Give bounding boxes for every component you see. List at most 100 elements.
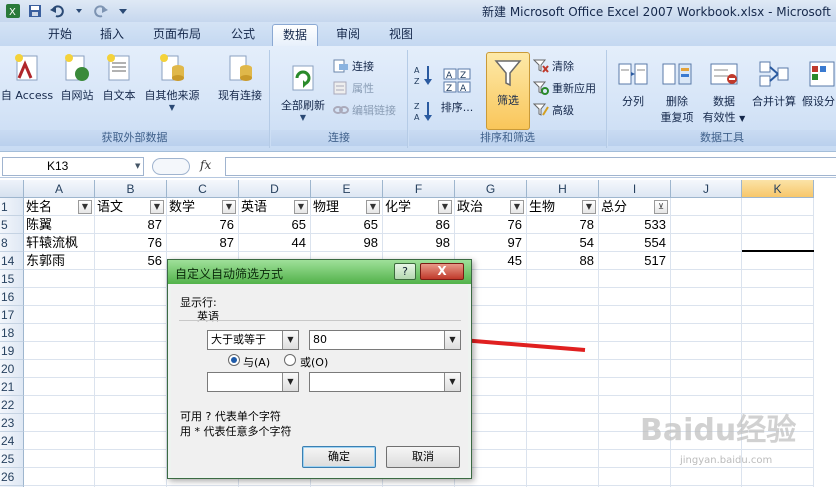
cell-a23[interactable] — [24, 414, 95, 432]
redo-icon[interactable] — [92, 3, 110, 19]
cell-j17[interactable] — [671, 306, 742, 324]
row-header-24[interactable]: 24 — [0, 432, 24, 450]
cell-b24[interactable] — [95, 432, 167, 450]
reapply-button[interactable]: 重新应用 — [533, 80, 596, 96]
tab-review[interactable]: 审阅 — [326, 24, 370, 46]
column-header-k[interactable]: K — [742, 180, 814, 198]
cell-a19[interactable] — [24, 342, 95, 360]
dialog-title-bar[interactable]: 自定义自动筛选方式 ? X — [168, 260, 471, 284]
cell-g5[interactable]: 76 — [455, 216, 527, 234]
cell-i20[interactable] — [599, 360, 671, 378]
cell-j1[interactable] — [671, 198, 742, 216]
text-to-columns-button[interactable]: 分列 — [612, 58, 654, 109]
cell-i18[interactable] — [599, 324, 671, 342]
row-header-20[interactable]: 20 — [0, 360, 24, 378]
condition2-operator-select[interactable]: ▼ — [207, 372, 299, 392]
cell-h17[interactable] — [527, 306, 599, 324]
cell-i26[interactable] — [599, 468, 671, 486]
cell-b8[interactable]: 76 — [95, 234, 167, 252]
cell-a26[interactable] — [24, 468, 95, 486]
condition2-value-combo[interactable]: ▼ — [309, 372, 461, 392]
select-all-corner[interactable] — [0, 180, 24, 198]
cell-k17[interactable] — [742, 306, 814, 324]
row-header-26[interactable]: 26 — [0, 468, 24, 486]
connections-button[interactable]: 连接 — [333, 58, 374, 74]
cell-j18[interactable] — [671, 324, 742, 342]
column-header-h[interactable]: H — [527, 180, 599, 198]
tab-page-layout[interactable]: 页面布局 — [143, 24, 211, 46]
cell-h24[interactable] — [527, 432, 599, 450]
cell-a22[interactable] — [24, 396, 95, 414]
excel-logo-icon[interactable]: X — [4, 3, 22, 19]
cell-b14[interactable]: 56 — [95, 252, 167, 270]
cell-a20[interactable] — [24, 360, 95, 378]
cell-k5[interactable] — [742, 216, 814, 234]
row-header-1[interactable]: 1 — [0, 198, 24, 216]
cell-h23[interactable] — [527, 414, 599, 432]
row-header-19[interactable]: 19 — [0, 342, 24, 360]
cell-h16[interactable] — [527, 288, 599, 306]
cell-h18[interactable] — [527, 324, 599, 342]
row-header-21[interactable]: 21 — [0, 378, 24, 396]
cell-b20[interactable] — [95, 360, 167, 378]
from-web-button[interactable]: 自网站 — [56, 52, 98, 103]
save-icon[interactable] — [26, 3, 44, 19]
cell-h8[interactable]: 54 — [527, 234, 599, 252]
cell-i21[interactable] — [599, 378, 671, 396]
advanced-button[interactable]: 高级 — [533, 102, 574, 118]
cell-h14[interactable]: 88 — [527, 252, 599, 270]
cell-k14[interactable] — [742, 252, 814, 270]
undo-icon[interactable] — [48, 3, 66, 19]
cell-j20[interactable] — [671, 360, 742, 378]
row-header-23[interactable]: 23 — [0, 414, 24, 432]
filter-active-dropdown-icon[interactable]: ⊻ — [654, 200, 668, 214]
cell-a25[interactable] — [24, 450, 95, 468]
cell-k16[interactable] — [742, 288, 814, 306]
tab-data[interactable]: 数据 — [272, 24, 319, 46]
cell-f5[interactable]: 86 — [383, 216, 455, 234]
cell-i15[interactable] — [599, 270, 671, 288]
column-header-a[interactable]: A — [24, 180, 95, 198]
column-header-d[interactable]: D — [239, 180, 311, 198]
column-header-g[interactable]: G — [455, 180, 527, 198]
tab-home[interactable]: 开始 — [38, 24, 82, 46]
cell-a21[interactable] — [24, 378, 95, 396]
cell-i5[interactable]: 533 — [599, 216, 671, 234]
customize-qat-icon[interactable] — [114, 3, 132, 19]
sort-az-button[interactable]: AZ — [414, 64, 434, 86]
row-header-14[interactable]: 14 — [0, 252, 24, 270]
data-validation-button[interactable]: 数据 有效性 ▼ — [702, 58, 746, 125]
row-header-15[interactable]: 15 — [0, 270, 24, 288]
name-box[interactable]: K13 — [2, 157, 144, 176]
filter-dropdown-icon[interactable]: ▼ — [222, 200, 236, 214]
cell-i14[interactable]: 517 — [599, 252, 671, 270]
clear-button[interactable]: 清除 — [533, 58, 574, 74]
condition1-value-combo[interactable]: 80 ▼ — [309, 330, 461, 350]
cell-b15[interactable] — [95, 270, 167, 288]
close-button[interactable]: X — [420, 263, 464, 280]
cell-b21[interactable] — [95, 378, 167, 396]
cell-a17[interactable] — [24, 306, 95, 324]
column-header-f[interactable]: F — [383, 180, 455, 198]
row-header-8[interactable]: 8 — [0, 234, 24, 252]
and-radio-label[interactable]: 与(A) — [243, 354, 270, 370]
cell-f8[interactable]: 98 — [383, 234, 455, 252]
cell-k15[interactable] — [742, 270, 814, 288]
properties-button[interactable]: 属性 — [333, 80, 374, 96]
cell-j16[interactable] — [671, 288, 742, 306]
sort-button[interactable]: AZZA 排序... — [437, 64, 477, 115]
tab-insert[interactable]: 插入 — [90, 24, 134, 46]
cancel-button[interactable]: 取消 — [386, 446, 460, 468]
remove-duplicates-button[interactable]: 删除 重复项 — [656, 58, 698, 125]
column-header-j[interactable]: J — [671, 180, 742, 198]
cell-j19[interactable] — [671, 342, 742, 360]
cell-i17[interactable] — [599, 306, 671, 324]
consolidate-button[interactable]: 合并计算 — [748, 58, 800, 109]
cell-h26[interactable] — [527, 468, 599, 486]
cell-k1[interactable] — [742, 198, 814, 216]
undo-dropdown-icon[interactable] — [70, 3, 88, 19]
cell-i8[interactable]: 554 — [599, 234, 671, 252]
filter-dropdown-icon[interactable]: ▼ — [150, 200, 164, 214]
cell-b5[interactable]: 87 — [95, 216, 167, 234]
row-header-22[interactable]: 22 — [0, 396, 24, 414]
